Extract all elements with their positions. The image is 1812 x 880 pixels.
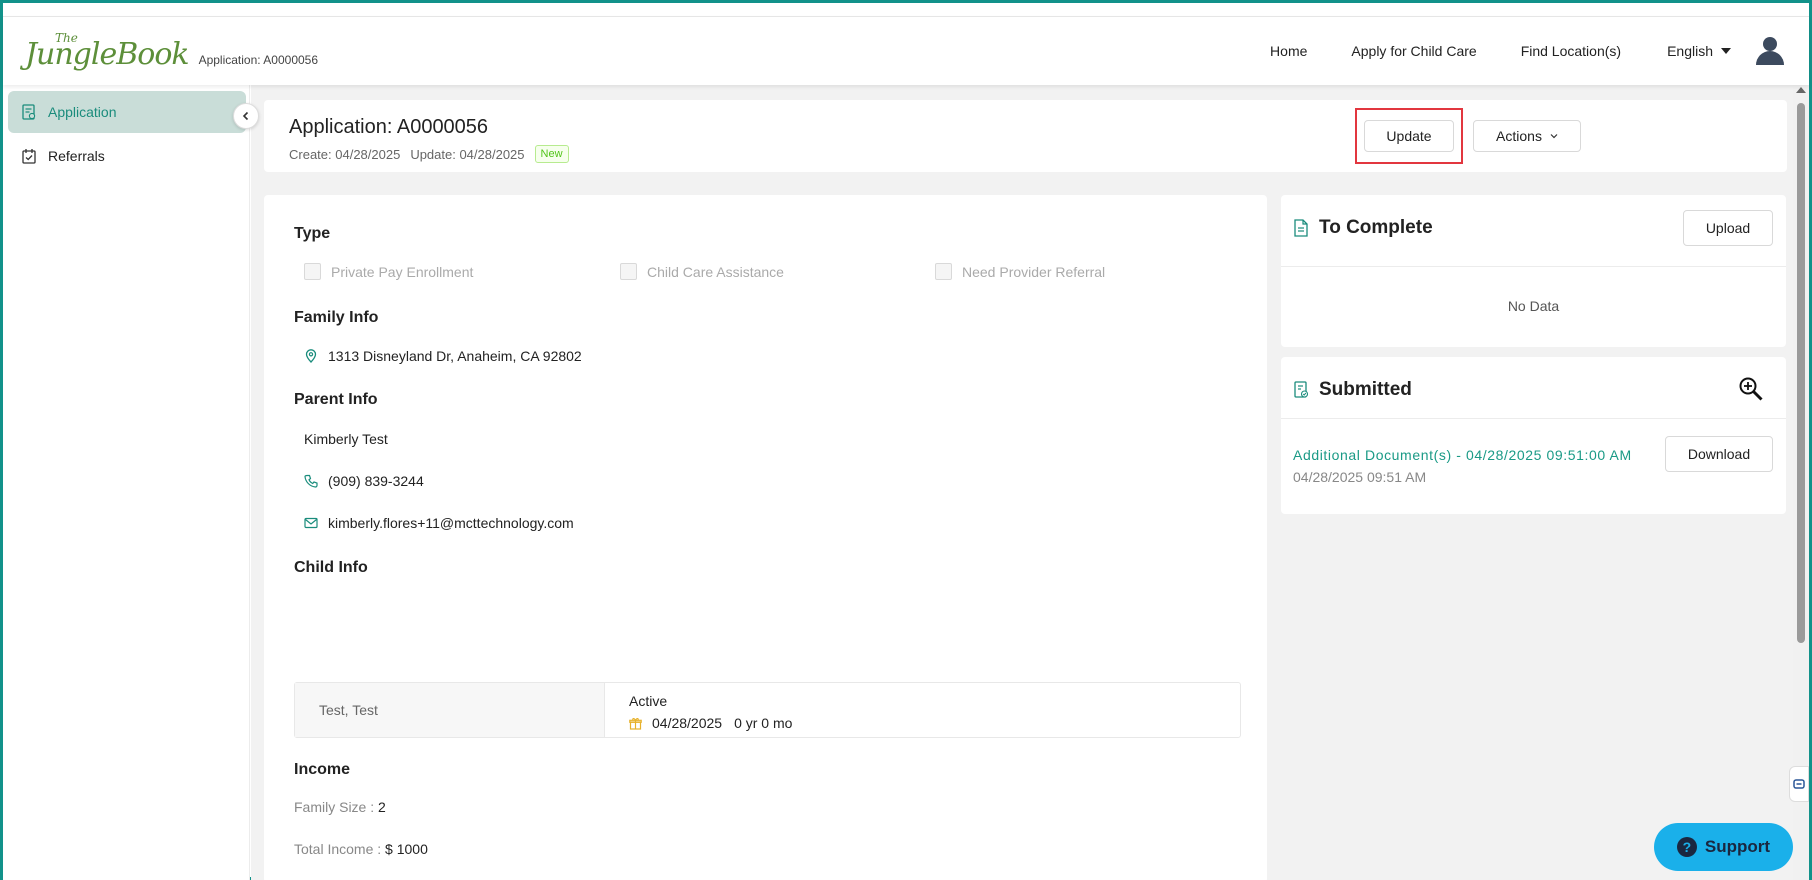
sidebar-item-label: Application (48, 104, 117, 120)
sidebar: Application Referrals (3, 85, 250, 880)
language-selector[interactable]: English (1667, 43, 1731, 59)
checkbox-label: Private Pay Enrollment (331, 263, 474, 280)
family-address: 1313 Disneyland Dr, Anaheim, CA 92802 (304, 348, 582, 364)
help-icon: ? (1676, 837, 1697, 857)
child-info-heading: Child Info (294, 559, 368, 576)
vertical-scrollbar[interactable] (1793, 85, 1809, 880)
address-text: 1313 Disneyland Dr, Anaheim, CA 92802 (328, 348, 582, 364)
to-complete-title: To Complete (1319, 217, 1433, 238)
divider (1281, 266, 1786, 267)
family-size-value: 2 (378, 799, 386, 815)
checkbox-box (620, 263, 637, 280)
nav-apply-link[interactable]: Apply for Child Care (1351, 43, 1476, 59)
child-dob: 04/28/2025 (652, 715, 723, 731)
family-size-label: Family Size : (294, 799, 375, 815)
gift-icon (629, 717, 642, 730)
zoom-in-icon[interactable] (1738, 376, 1764, 402)
sidebar-item-label: Referrals (48, 148, 105, 164)
top-strip (3, 3, 1809, 17)
phone-text: (909) 839-3244 (328, 473, 424, 489)
income-heading: Income (294, 761, 351, 778)
actions-label: Actions (1496, 128, 1542, 144)
email-text: kimberly.flores+11@mcttechnology.com (328, 515, 574, 531)
support-label: Support (1704, 837, 1771, 856)
upload-button[interactable]: Upload (1683, 210, 1773, 246)
document-icon (1294, 219, 1308, 237)
submitted-header: Submitted (1293, 379, 1412, 401)
main-content: Application: A0000056 Create: 04/28/2025… (251, 85, 1793, 880)
logo-main-text: JungleBook (25, 37, 190, 72)
phone-icon (304, 474, 318, 488)
parent-phone: (909) 839-3244 (304, 473, 424, 489)
private-pay-checkbox[interactable]: Private Pay Enrollment (304, 263, 473, 280)
child-age: 0 yr 0 mo (734, 715, 793, 731)
mail-icon (304, 517, 318, 529)
divider (1281, 418, 1786, 419)
sidebar-item-referrals[interactable]: Referrals (8, 135, 246, 177)
top-header: The JungleBook Application: A0000056 Hom… (3, 17, 1809, 85)
submitted-doc-icon (1294, 381, 1309, 398)
child-details: Active 04/28/2025 0 yr 0 mo (605, 683, 792, 737)
parent-name: Kimberly Test (304, 431, 388, 447)
application-details-card: Type Private Pay Enrollment Child Care A… (264, 195, 1267, 880)
status-badge: New (534, 145, 569, 163)
submitted-document-link[interactable]: Additional Document(s) - 04/28/2025 09:5… (1293, 447, 1632, 463)
chevron-left-icon (242, 111, 249, 121)
child-status: Active (629, 693, 668, 709)
parent-name-text: Kimberly Test (304, 431, 388, 447)
provider-referral-checkbox[interactable]: Need Provider Referral (935, 263, 1105, 280)
parent-info-heading: Parent Info (294, 391, 378, 408)
scrollbar-thumb[interactable] (1797, 103, 1805, 643)
support-button[interactable]: ? Support (1654, 823, 1793, 871)
nav-find-locations-link[interactable]: Find Location(s) (1521, 43, 1621, 59)
type-heading: Type (294, 225, 331, 242)
to-complete-card: To Complete Upload No Data (1281, 195, 1786, 347)
child-info-table: Test, Test Active 04/28/2025 0 yr 0 mo (294, 682, 1241, 738)
update-button[interactable]: Update (1364, 120, 1454, 152)
sidebar-collapse-button[interactable] (233, 103, 259, 129)
total-income-label: Total Income : (294, 841, 382, 857)
junglebook-logo[interactable]: The JungleBook (25, 32, 190, 72)
user-icon[interactable] (1755, 36, 1785, 66)
caret-down-icon (1721, 48, 1731, 54)
checkbox-label: Need Provider Referral (962, 263, 1106, 280)
application-meta: Create: 04/28/2025 Update: 04/28/2025 Ne… (289, 145, 569, 163)
checkbox-label: Child Care Assistance (647, 263, 784, 280)
page-title: Application: A0000056 (289, 116, 489, 138)
nav-home-link[interactable]: Home (1270, 43, 1307, 59)
child-name: Test, Test (295, 683, 605, 737)
chat-widget-icon (1793, 779, 1805, 789)
total-income-value: $ 1000 (385, 841, 428, 857)
submitted-document-date: 04/28/2025 09:51 AM (1293, 469, 1427, 485)
application-doc-icon (22, 104, 36, 120)
created-date: Create: 04/28/2025 (289, 146, 401, 162)
chevron-down-icon (1550, 134, 1558, 139)
submitted-title: Submitted (1319, 379, 1412, 400)
download-button[interactable]: Download (1665, 436, 1773, 472)
family-size-row: Family Size : 2 (294, 799, 386, 815)
application-title-card: Application: A0000056 Create: 04/28/2025… (264, 100, 1787, 172)
actions-dropdown-button[interactable]: Actions (1473, 120, 1581, 152)
header-application-code: Application: A0000056 (198, 53, 319, 67)
child-birth-row: 04/28/2025 0 yr 0 mo (629, 715, 792, 731)
family-info-heading: Family Info (294, 309, 379, 326)
updated-date: Update: 04/28/2025 (410, 146, 525, 162)
submitted-card: Submitted Additional Document(s) - 04/28… (1281, 357, 1786, 514)
language-label: English (1667, 43, 1713, 59)
main-nav: Home Apply for Child Care Find Location(… (1226, 36, 1785, 66)
child-care-assistance-checkbox[interactable]: Child Care Assistance (620, 263, 784, 280)
no-data-text: No Data (1507, 298, 1560, 314)
sidebar-item-application[interactable]: Application (8, 91, 246, 133)
side-widget-tab[interactable] (1789, 766, 1809, 802)
to-complete-header: To Complete (1293, 217, 1433, 239)
scroll-up-arrow-icon[interactable] (1796, 87, 1806, 93)
parent-email: kimberly.flores+11@mcttechnology.com (304, 515, 574, 531)
checkbox-box (935, 263, 952, 280)
location-pin-icon (305, 349, 317, 363)
total-income-row: Total Income : $ 1000 (294, 841, 428, 857)
calendar-check-icon (22, 149, 36, 164)
checkbox-box (304, 263, 321, 280)
